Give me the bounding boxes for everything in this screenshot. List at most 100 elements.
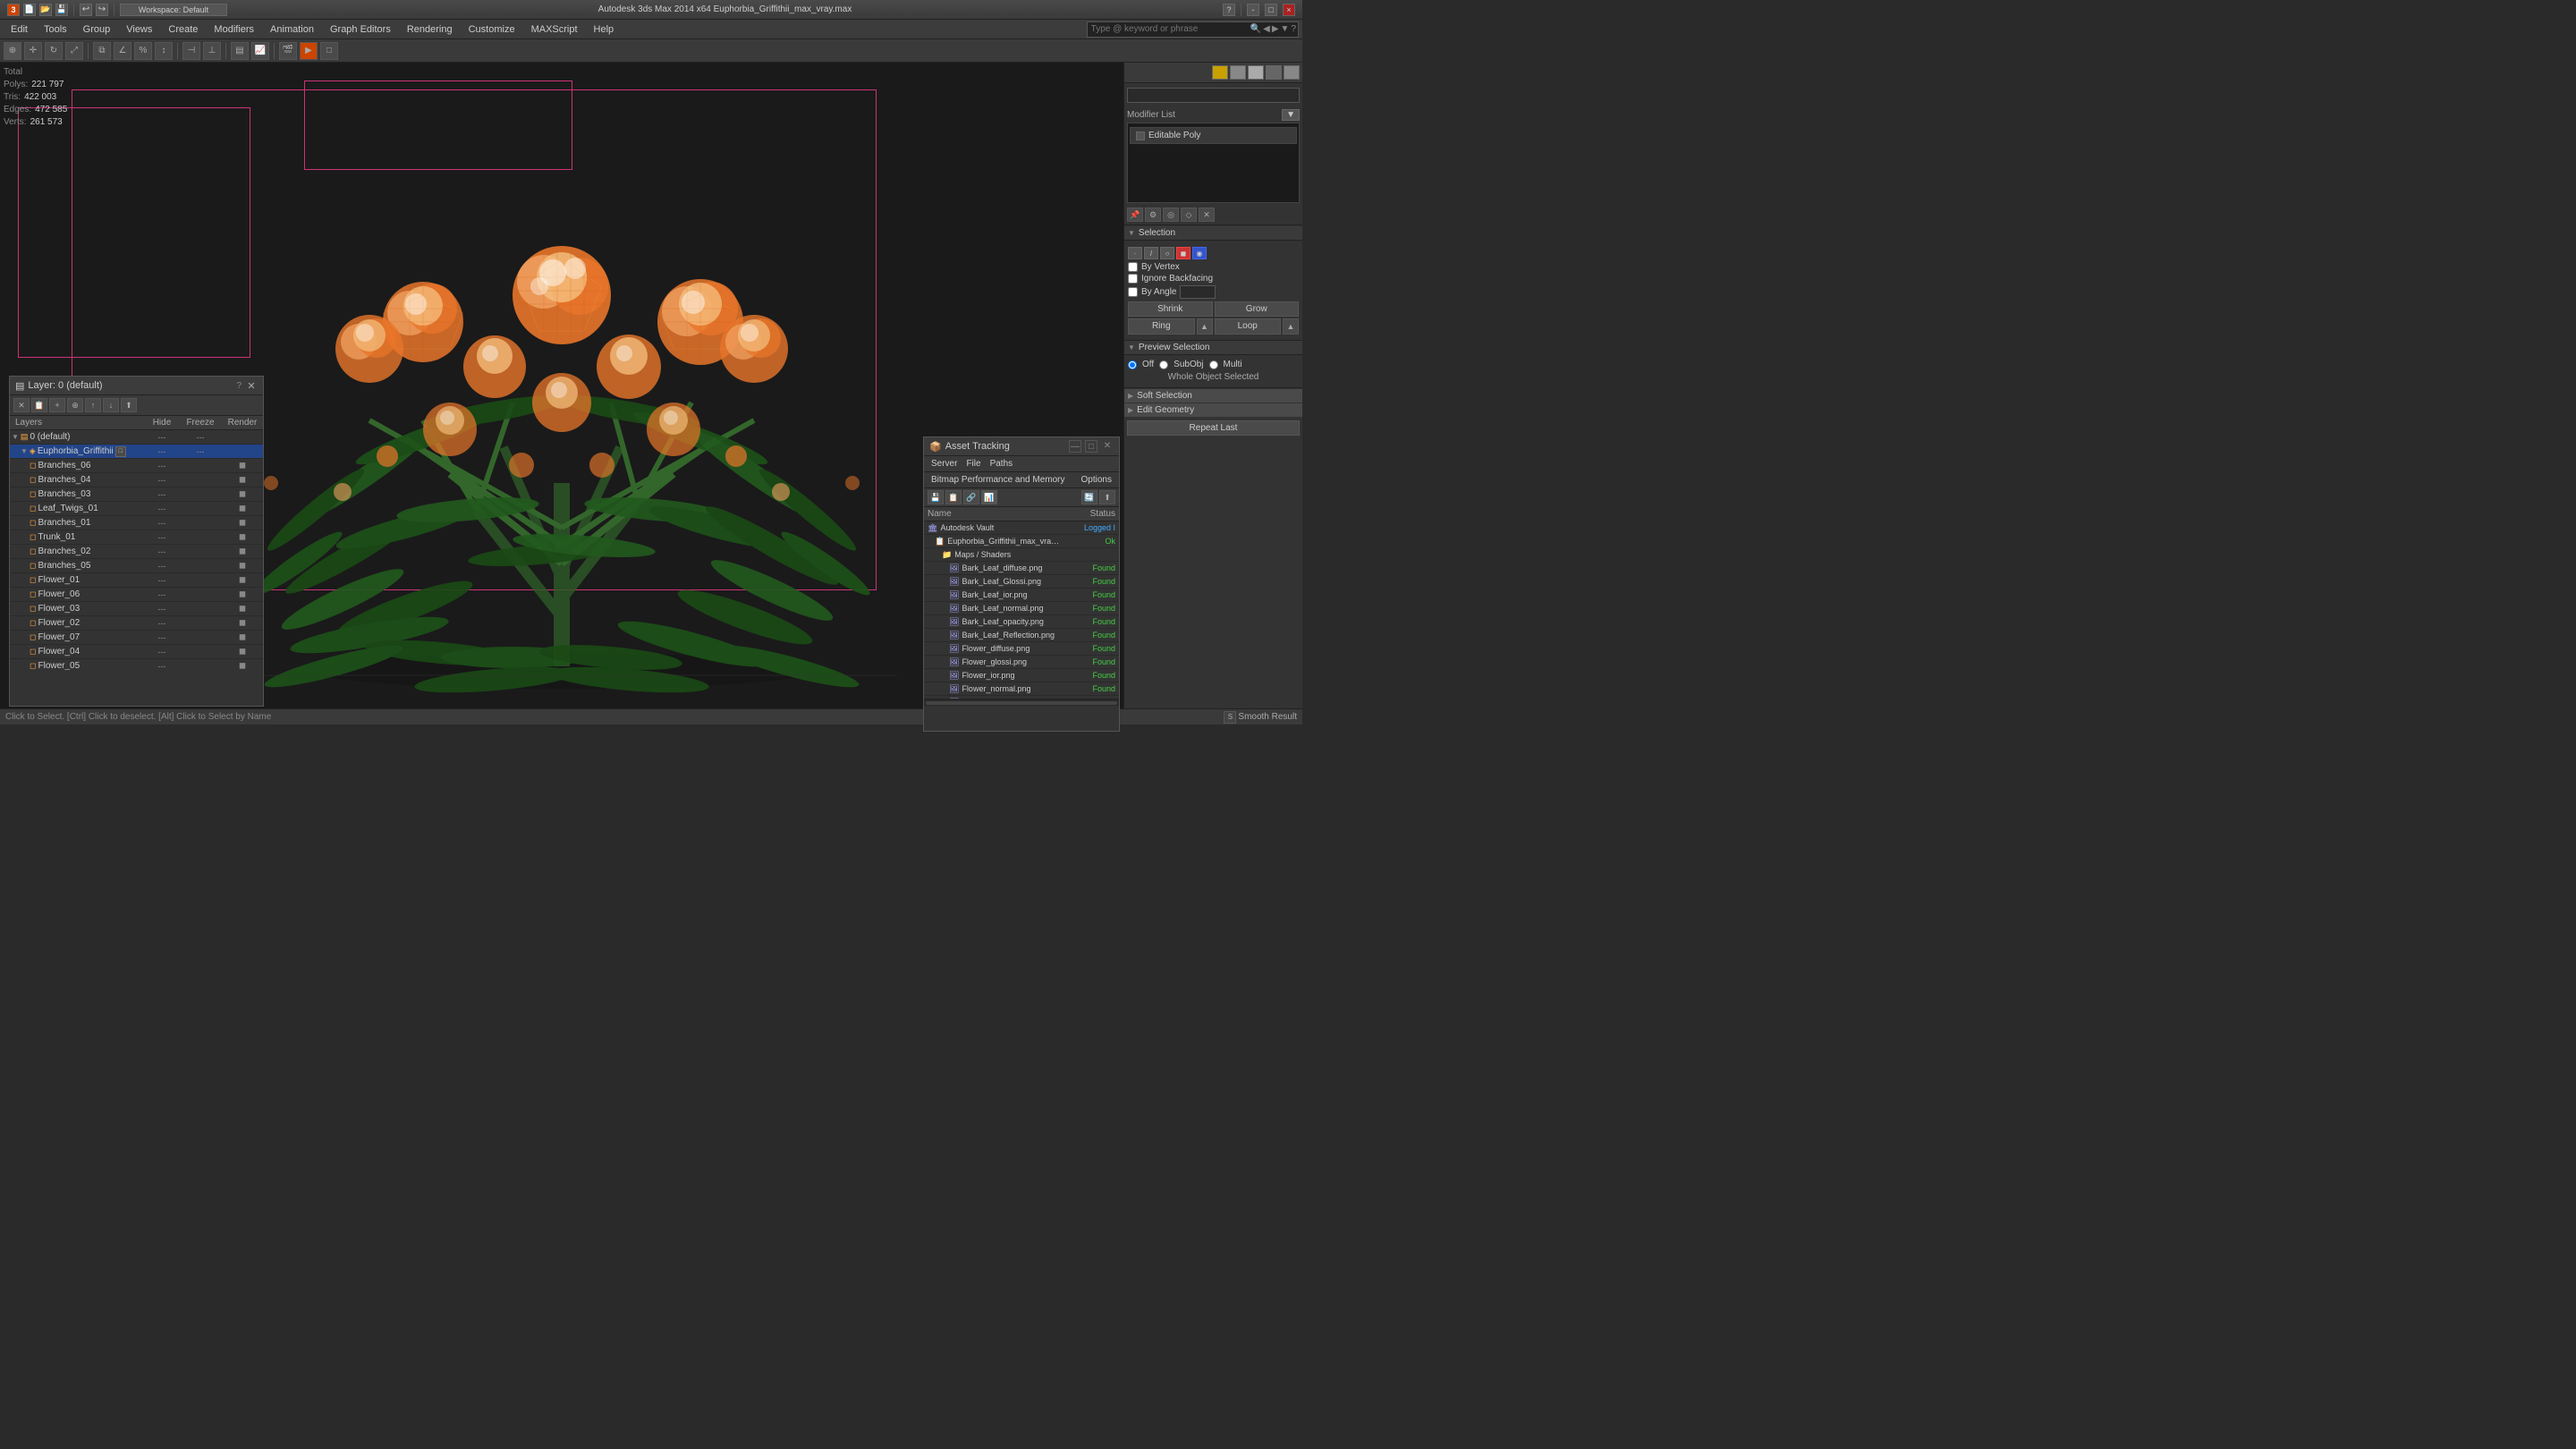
asset-reload-btn[interactable]: 📋 <box>945 490 962 504</box>
asset-row[interactable]: 🖼Bark_Leaf_normal.png Found <box>924 602 1119 615</box>
curve-editor-btn[interactable]: 📈 <box>251 42 269 60</box>
remove-modifier-btn[interactable]: ✕ <box>1199 208 1215 222</box>
edit-geometry-rollout[interactable]: ▶ Edit Geometry <box>1124 403 1302 417</box>
layer-row[interactable]: ◻ Trunk_01 --- ◼ <box>10 530 263 545</box>
layer-row[interactable]: ◻ Flower_05 --- ◼ <box>10 659 263 670</box>
asset-row[interactable]: 🖼Flower_opacity.png Found <box>924 696 1119 699</box>
ignore-backfacing-checkbox[interactable] <box>1128 274 1138 284</box>
maximize-btn[interactable]: □ <box>1265 4 1277 16</box>
search-next-icon[interactable]: ▶ <box>1272 24 1279 34</box>
asset-row[interactable]: 🖼Flower_normal.png Found <box>924 682 1119 696</box>
layer-add-sel-btn[interactable]: + <box>49 398 65 412</box>
asset-close-btn[interactable]: ✕ <box>1101 440 1114 453</box>
layer-mgr-btn[interactable]: ▤ <box>231 42 249 60</box>
search-options-icon[interactable]: ▼ <box>1281 24 1290 34</box>
new-btn[interactable]: 📄 <box>23 4 36 16</box>
render-frame-btn[interactable]: □ <box>320 42 338 60</box>
search-prev-icon[interactable]: ◀ <box>1263 24 1270 34</box>
asset-row[interactable]: 📁Maps / Shaders <box>924 548 1119 562</box>
asset-server-menu[interactable]: Server <box>928 458 961 470</box>
help-btn[interactable]: ? <box>1223 4 1235 16</box>
border-sel-icon[interactable]: ○ <box>1160 247 1174 259</box>
modifier-editable-poly[interactable]: Editable Poly <box>1130 127 1297 144</box>
shrink-btn[interactable]: Shrink <box>1128 301 1213 317</box>
menu-create[interactable]: Create <box>161 22 205 37</box>
ring-arrow-btn[interactable]: ▲ <box>1197 318 1213 335</box>
color-swatch-3[interactable] <box>1248 65 1264 80</box>
preview-off-radio[interactable] <box>1128 360 1137 369</box>
modifier-checkbox[interactable] <box>1136 131 1145 140</box>
layer-row[interactable]: ◻ Branches_02 --- ◼ <box>10 545 263 559</box>
color-swatch-1[interactable] <box>1212 65 1228 80</box>
layer-new-btn[interactable]: ✕ <box>13 398 30 412</box>
asset-settings-btn[interactable]: ⬆ <box>1099 490 1115 504</box>
layer-settings-btn[interactable]: ⬆ <box>121 398 137 412</box>
grow-btn[interactable]: Grow <box>1215 301 1300 317</box>
minimize-btn[interactable]: - <box>1247 4 1259 16</box>
move-btn[interactable]: ✛ <box>24 42 42 60</box>
spinner-snap-btn[interactable]: ↕ <box>155 42 173 60</box>
scale-btn[interactable]: ⤢ <box>65 42 83 60</box>
asset-minimize-btn[interactable]: — <box>1069 440 1081 453</box>
layer-help-btn[interactable]: ? <box>236 381 242 391</box>
open-btn[interactable]: 📂 <box>39 4 52 16</box>
configure-btn[interactable]: ⚙ <box>1145 208 1161 222</box>
asset-track-btn[interactable]: 📊 <box>981 490 997 504</box>
layer-row[interactable]: ◻ Flower_01 --- ◼ <box>10 573 263 588</box>
close-btn[interactable]: × <box>1283 4 1295 16</box>
asset-row[interactable]: 🖼Bark_Leaf_opacity.png Found <box>924 615 1119 629</box>
vert-sel-icon[interactable]: · <box>1128 247 1142 259</box>
search-help-icon[interactable]: ? <box>1291 24 1296 34</box>
snap-toggle[interactable]: ⧉ <box>93 42 111 60</box>
preview-multi-radio[interactable] <box>1209 360 1218 369</box>
menu-maxscript[interactable]: MAXScript <box>524 22 585 37</box>
asset-merge-btn[interactable]: 🔗 <box>963 490 979 504</box>
menu-edit[interactable]: Edit <box>4 22 35 37</box>
angle-value-input[interactable]: 45.0 <box>1180 285 1216 299</box>
menu-help[interactable]: Help <box>587 22 622 37</box>
layer-sel-by-layer-btn[interactable]: ⊕ <box>67 398 83 412</box>
element-sel-icon[interactable]: ◉ <box>1192 247 1207 259</box>
asset-maximize-btn[interactable]: □ <box>1085 440 1097 453</box>
layer-move-up-btn[interactable]: ↑ <box>85 398 101 412</box>
pin-stack-btn[interactable]: 📌 <box>1127 208 1143 222</box>
rotate-btn[interactable]: ↻ <box>45 42 63 60</box>
workspace-btn[interactable]: Workspace: Default <box>120 4 227 16</box>
layer-row[interactable]: ▼ ▤ 0 (default) --- --- <box>10 430 263 445</box>
menu-views[interactable]: Views <box>119 22 159 37</box>
menu-graph-editors[interactable]: Graph Editors <box>323 22 398 37</box>
make-unique-btn[interactable]: ◇ <box>1181 208 1197 222</box>
by-angle-checkbox[interactable] <box>1128 287 1138 297</box>
mirror-btn[interactable]: ⊣ <box>182 42 200 60</box>
render-setup-btn[interactable]: 🎬 <box>279 42 297 60</box>
layer-close-btn[interactable]: ✕ <box>245 379 258 392</box>
menu-animation[interactable]: Animation <box>263 22 321 37</box>
color-swatch-2[interactable] <box>1230 65 1246 80</box>
layer-row[interactable]: ▼ ◈ Euphorbia_Griffithii □ --- --- <box>10 445 263 459</box>
menu-tools[interactable]: Tools <box>37 22 74 37</box>
asset-paths-menu[interactable]: Paths <box>987 458 1017 470</box>
menu-group[interactable]: Group <box>76 22 118 37</box>
search-icon[interactable]: 🔍 <box>1250 24 1261 34</box>
layer-row[interactable]: ◻ Flower_03 --- ◼ <box>10 602 263 616</box>
percent-snap-btn[interactable]: % <box>134 42 152 60</box>
search-input[interactable] <box>1088 24 1249 34</box>
layer-row[interactable]: ◻ Branches_06 --- ◼ <box>10 459 263 473</box>
repeat-last-btn[interactable]: Repeat Last <box>1127 420 1300 436</box>
layer-row[interactable]: ◻ Branches_04 --- ◼ <box>10 473 263 487</box>
edge-sel-icon[interactable]: / <box>1144 247 1158 259</box>
preview-rollout-label[interactable]: Preview Selection <box>1139 343 1209 352</box>
asset-row[interactable]: 🖼Flower_ior.png Found <box>924 669 1119 682</box>
asset-row[interactable]: 🖼Bark_Leaf_Reflection.png Found <box>924 629 1119 642</box>
asset-row[interactable]: 🖼Flower_glossi.png Found <box>924 656 1119 669</box>
undo-btn[interactable]: ↩ <box>80 4 92 16</box>
layer-row[interactable]: ◻ Flower_04 --- ◼ <box>10 645 263 659</box>
asset-bitmap-perf-menu[interactable]: Bitmap Performance and Memory <box>928 474 1069 486</box>
asset-row[interactable]: 📋Euphorbia_Griffithii_max_vray.max Ok <box>924 535 1119 548</box>
redo-btn[interactable]: ↪ <box>96 4 108 16</box>
asset-refresh-btn[interactable]: 🔄 <box>1081 490 1097 504</box>
asset-row[interactable]: 🏛Autodesk Vault Logged I <box>924 521 1119 535</box>
layer-row[interactable]: ◻ Leaf_Twigs_01 --- ◼ <box>10 502 263 516</box>
menu-customize[interactable]: Customize <box>462 22 522 37</box>
show-result-btn[interactable]: ◎ <box>1163 208 1179 222</box>
